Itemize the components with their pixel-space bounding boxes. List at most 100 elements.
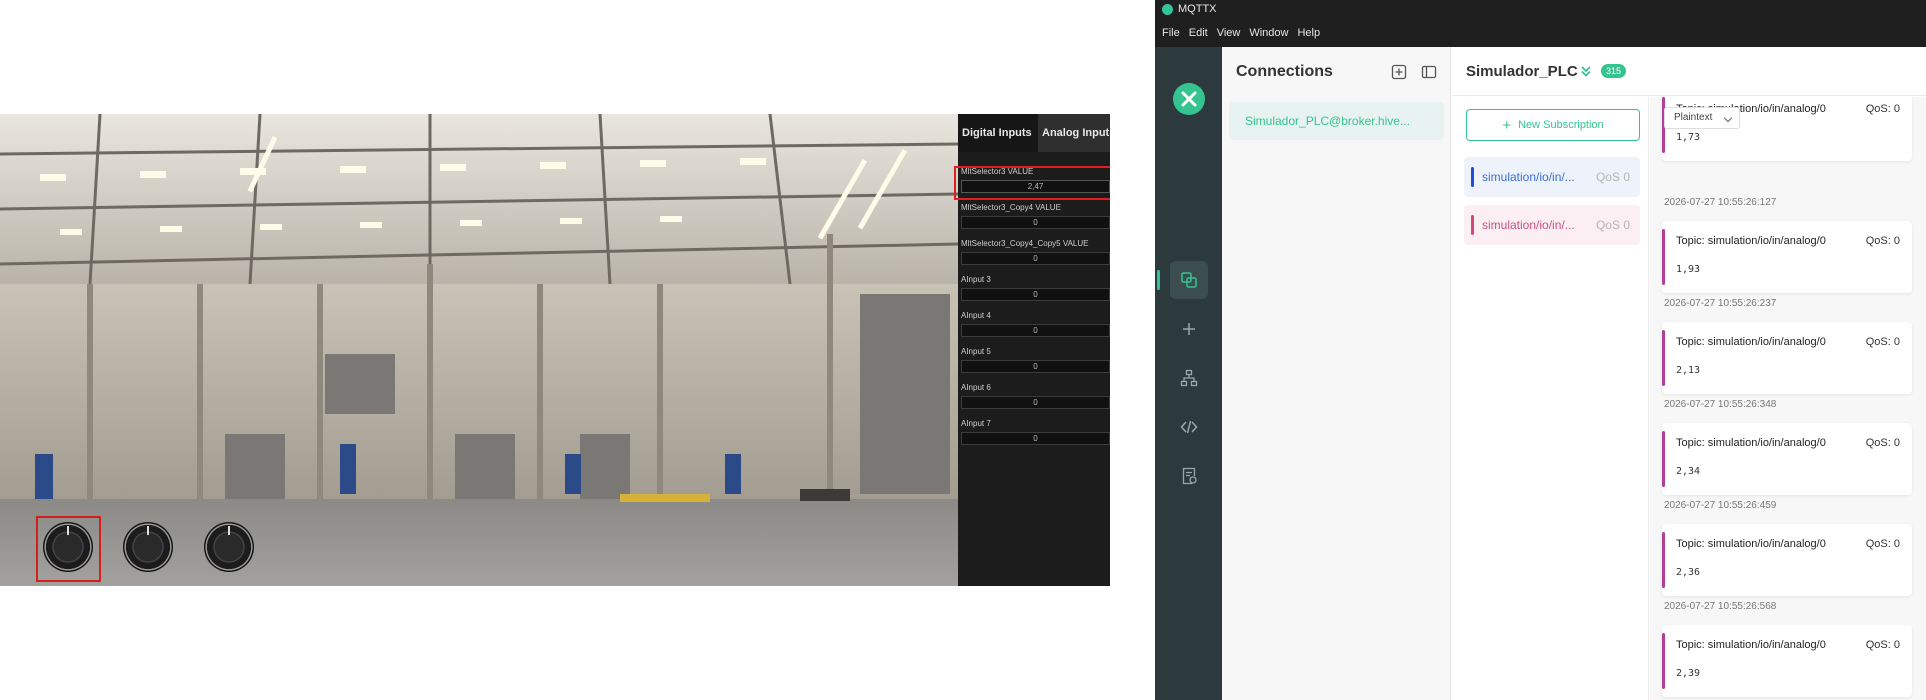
add-connection-icon[interactable] — [1390, 63, 1408, 81]
tab-digital-inputs[interactable]: Digital Inputs — [958, 114, 1038, 152]
analog-input-value: 0 — [961, 324, 1110, 337]
multi-selector-knob-2[interactable] — [123, 522, 173, 572]
message-color-bar — [1662, 229, 1665, 285]
message-color-bar — [1662, 532, 1665, 588]
analog-input-value: 0 — [961, 432, 1110, 445]
message-card[interactable]: Topic: simulation/io/in/analog/0 QoS: 0 … — [1662, 322, 1912, 394]
message-qos: QoS: 0 — [1865, 538, 1900, 550]
mqttx-logo — [1173, 83, 1205, 115]
analog-input-value: 0 — [961, 252, 1110, 265]
connection-item[interactable]: Simulador_PLC@broker.hive... — [1229, 102, 1444, 140]
menu-help[interactable]: Help — [1297, 27, 1320, 39]
tab-analog-inputs[interactable]: Analog Inputs — [1038, 114, 1110, 152]
analog-input-5: AInput 5 0 — [961, 346, 1110, 373]
message-payload: 2,39 — [1676, 668, 1701, 679]
chevron-double-down-icon[interactable] — [1579, 64, 1593, 83]
message-timestamp: 2026-07-27 10:55:26:568 — [1664, 601, 1777, 612]
message-qos: QoS: 0 — [1865, 437, 1900, 449]
subscription-topic: simulation/io/in/... — [1482, 170, 1575, 184]
analog-input-label: AInput 7 — [961, 419, 991, 428]
toggle-panel-icon[interactable] — [1420, 63, 1438, 81]
topology-icon[interactable] — [1170, 359, 1208, 397]
analog-input-1: MltSelector3_Copy4 VALUE 0 — [961, 202, 1110, 229]
menu-window[interactable]: Window — [1249, 27, 1288, 39]
message-payload: 2,34 — [1676, 466, 1701, 477]
message-qos: QoS: 0 — [1865, 639, 1900, 651]
analog-input-2: MltSelector3_Copy4_Copy5 VALUE 0 — [961, 238, 1110, 265]
new-connection-icon[interactable] — [1170, 310, 1208, 348]
analog-input-value: 0 — [961, 216, 1110, 229]
message-timestamp: 2026-07-27 10:55:26:127 — [1664, 197, 1777, 208]
analog-input-6: AInput 6 0 — [961, 382, 1110, 409]
message-payload: 2,13 — [1676, 365, 1701, 376]
analog-input-label: AInput 5 — [961, 347, 991, 356]
new-subscription-label: New Subscription — [1518, 119, 1604, 131]
message-payload: 2,36 — [1676, 567, 1701, 578]
analog-input-label: MltSelector3_Copy4_Copy5 VALUE — [961, 239, 1089, 248]
simulator-viewport[interactable]: Digital Inputs Analog Inputs MltSelector… — [0, 114, 1110, 586]
message-timestamp: 2026-07-27 10:55:26:348 — [1664, 399, 1777, 410]
subscriptions-panel: + New Subscription simulation/io/in/... … — [1452, 97, 1649, 700]
menu-file[interactable]: File — [1162, 27, 1180, 39]
active-indicator — [1157, 270, 1160, 290]
subscription-color-bar — [1471, 167, 1474, 187]
menu-edit[interactable]: Edit — [1189, 27, 1208, 39]
multi-selector-knob-3[interactable] — [204, 522, 254, 572]
message-timestamp: 2026-07-27 10:55:26:459 — [1664, 500, 1777, 511]
analog-input-label: MltSelector3_Copy4 VALUE — [961, 203, 1061, 212]
connection-item-label: Simulador_PLC@broker.hive... — [1245, 114, 1410, 128]
subscription-qos: QoS 0 — [1595, 218, 1630, 232]
message-topic: Topic: simulation/io/in/analog/0 — [1676, 235, 1826, 247]
subscription-item[interactable]: simulation/io/in/... QoS 0 — [1464, 205, 1640, 245]
message-qos: QoS: 0 — [1865, 103, 1900, 115]
analog-input-7: AInput 7 0 — [961, 418, 1110, 445]
analog-input-value: 0 — [961, 396, 1110, 409]
message-topic: Topic: simulation/io/in/analog/0 — [1676, 336, 1826, 348]
log-icon[interactable] — [1170, 457, 1208, 495]
analog-input-label: AInput 4 — [961, 311, 991, 320]
subscription-color-bar — [1471, 215, 1474, 235]
payload-format-value: Plaintext — [1674, 112, 1713, 123]
connections-icon[interactable] — [1170, 261, 1208, 299]
message-count-badge: 315 — [1601, 64, 1627, 78]
message-timestamp: 2026-07-27 10:55:26:237 — [1664, 298, 1777, 309]
analog-input-3: AInput 3 0 — [961, 274, 1110, 301]
analog-input-label: AInput 3 — [961, 275, 991, 284]
message-topic: Topic: simulation/io/in/analog/0 — [1676, 538, 1826, 550]
message-topic: Topic: simulation/io/in/analog/0 — [1676, 639, 1826, 651]
app-icon — [1162, 4, 1173, 15]
plus-icon: + — [1502, 116, 1512, 134]
chevron-down-icon — [1723, 113, 1733, 123]
subscription-qos: QoS 0 — [1595, 170, 1630, 184]
message-color-bar — [1662, 431, 1665, 487]
message-topic: Topic: simulation/io/in/analog/0 — [1676, 437, 1826, 449]
analog-input-label: AInput 6 — [961, 383, 991, 392]
title-bar: MQTTX — [1155, 0, 1926, 19]
payload-format-select[interactable]: Plaintext — [1664, 107, 1740, 129]
message-qos: QoS: 0 — [1865, 235, 1900, 247]
connections-title: Connections — [1236, 63, 1333, 80]
connections-panel: Connections Simulador_PLC@broker.hive... — [1222, 47, 1451, 700]
mqttx-window: MQTTX File Edit View Window Help Connect… — [1155, 0, 1926, 700]
subscription-item[interactable]: simulation/io/in/... QoS 0 — [1464, 157, 1640, 197]
message-qos: QoS: 0 — [1865, 336, 1900, 348]
message-color-bar — [1662, 633, 1665, 689]
analog-input-4: AInput 4 0 — [961, 310, 1110, 337]
script-icon[interactable] — [1170, 408, 1208, 446]
new-subscription-button[interactable]: + New Subscription — [1466, 109, 1640, 141]
menu-view[interactable]: View — [1217, 27, 1241, 39]
message-card[interactable]: Topic: simulation/io/in/analog/0 QoS: 0 … — [1662, 524, 1912, 596]
message-card[interactable]: Topic: simulation/io/in/analog/0 QoS: 0 … — [1662, 221, 1912, 293]
message-card[interactable]: Topic: simulation/io/in/analog/0 QoS: 0 … — [1662, 625, 1912, 697]
analog-input-value: 0 — [961, 360, 1110, 373]
window-title: MQTTX — [1178, 3, 1217, 15]
message-list: Topic: simulation/io/in/analog/0 QoS: 0 … — [1650, 97, 1926, 700]
highlight-frame — [954, 166, 1110, 200]
message-card[interactable]: Topic: simulation/io/in/analog/0 QoS: 0 … — [1662, 423, 1912, 495]
knob-selection-frame — [36, 516, 101, 582]
sidebar — [1155, 47, 1222, 700]
connection-name: Simulador_PLC — [1466, 63, 1578, 80]
message-payload: 1,73 — [1676, 132, 1701, 143]
message-color-bar — [1662, 330, 1665, 386]
warehouse-scene — [0, 114, 958, 586]
